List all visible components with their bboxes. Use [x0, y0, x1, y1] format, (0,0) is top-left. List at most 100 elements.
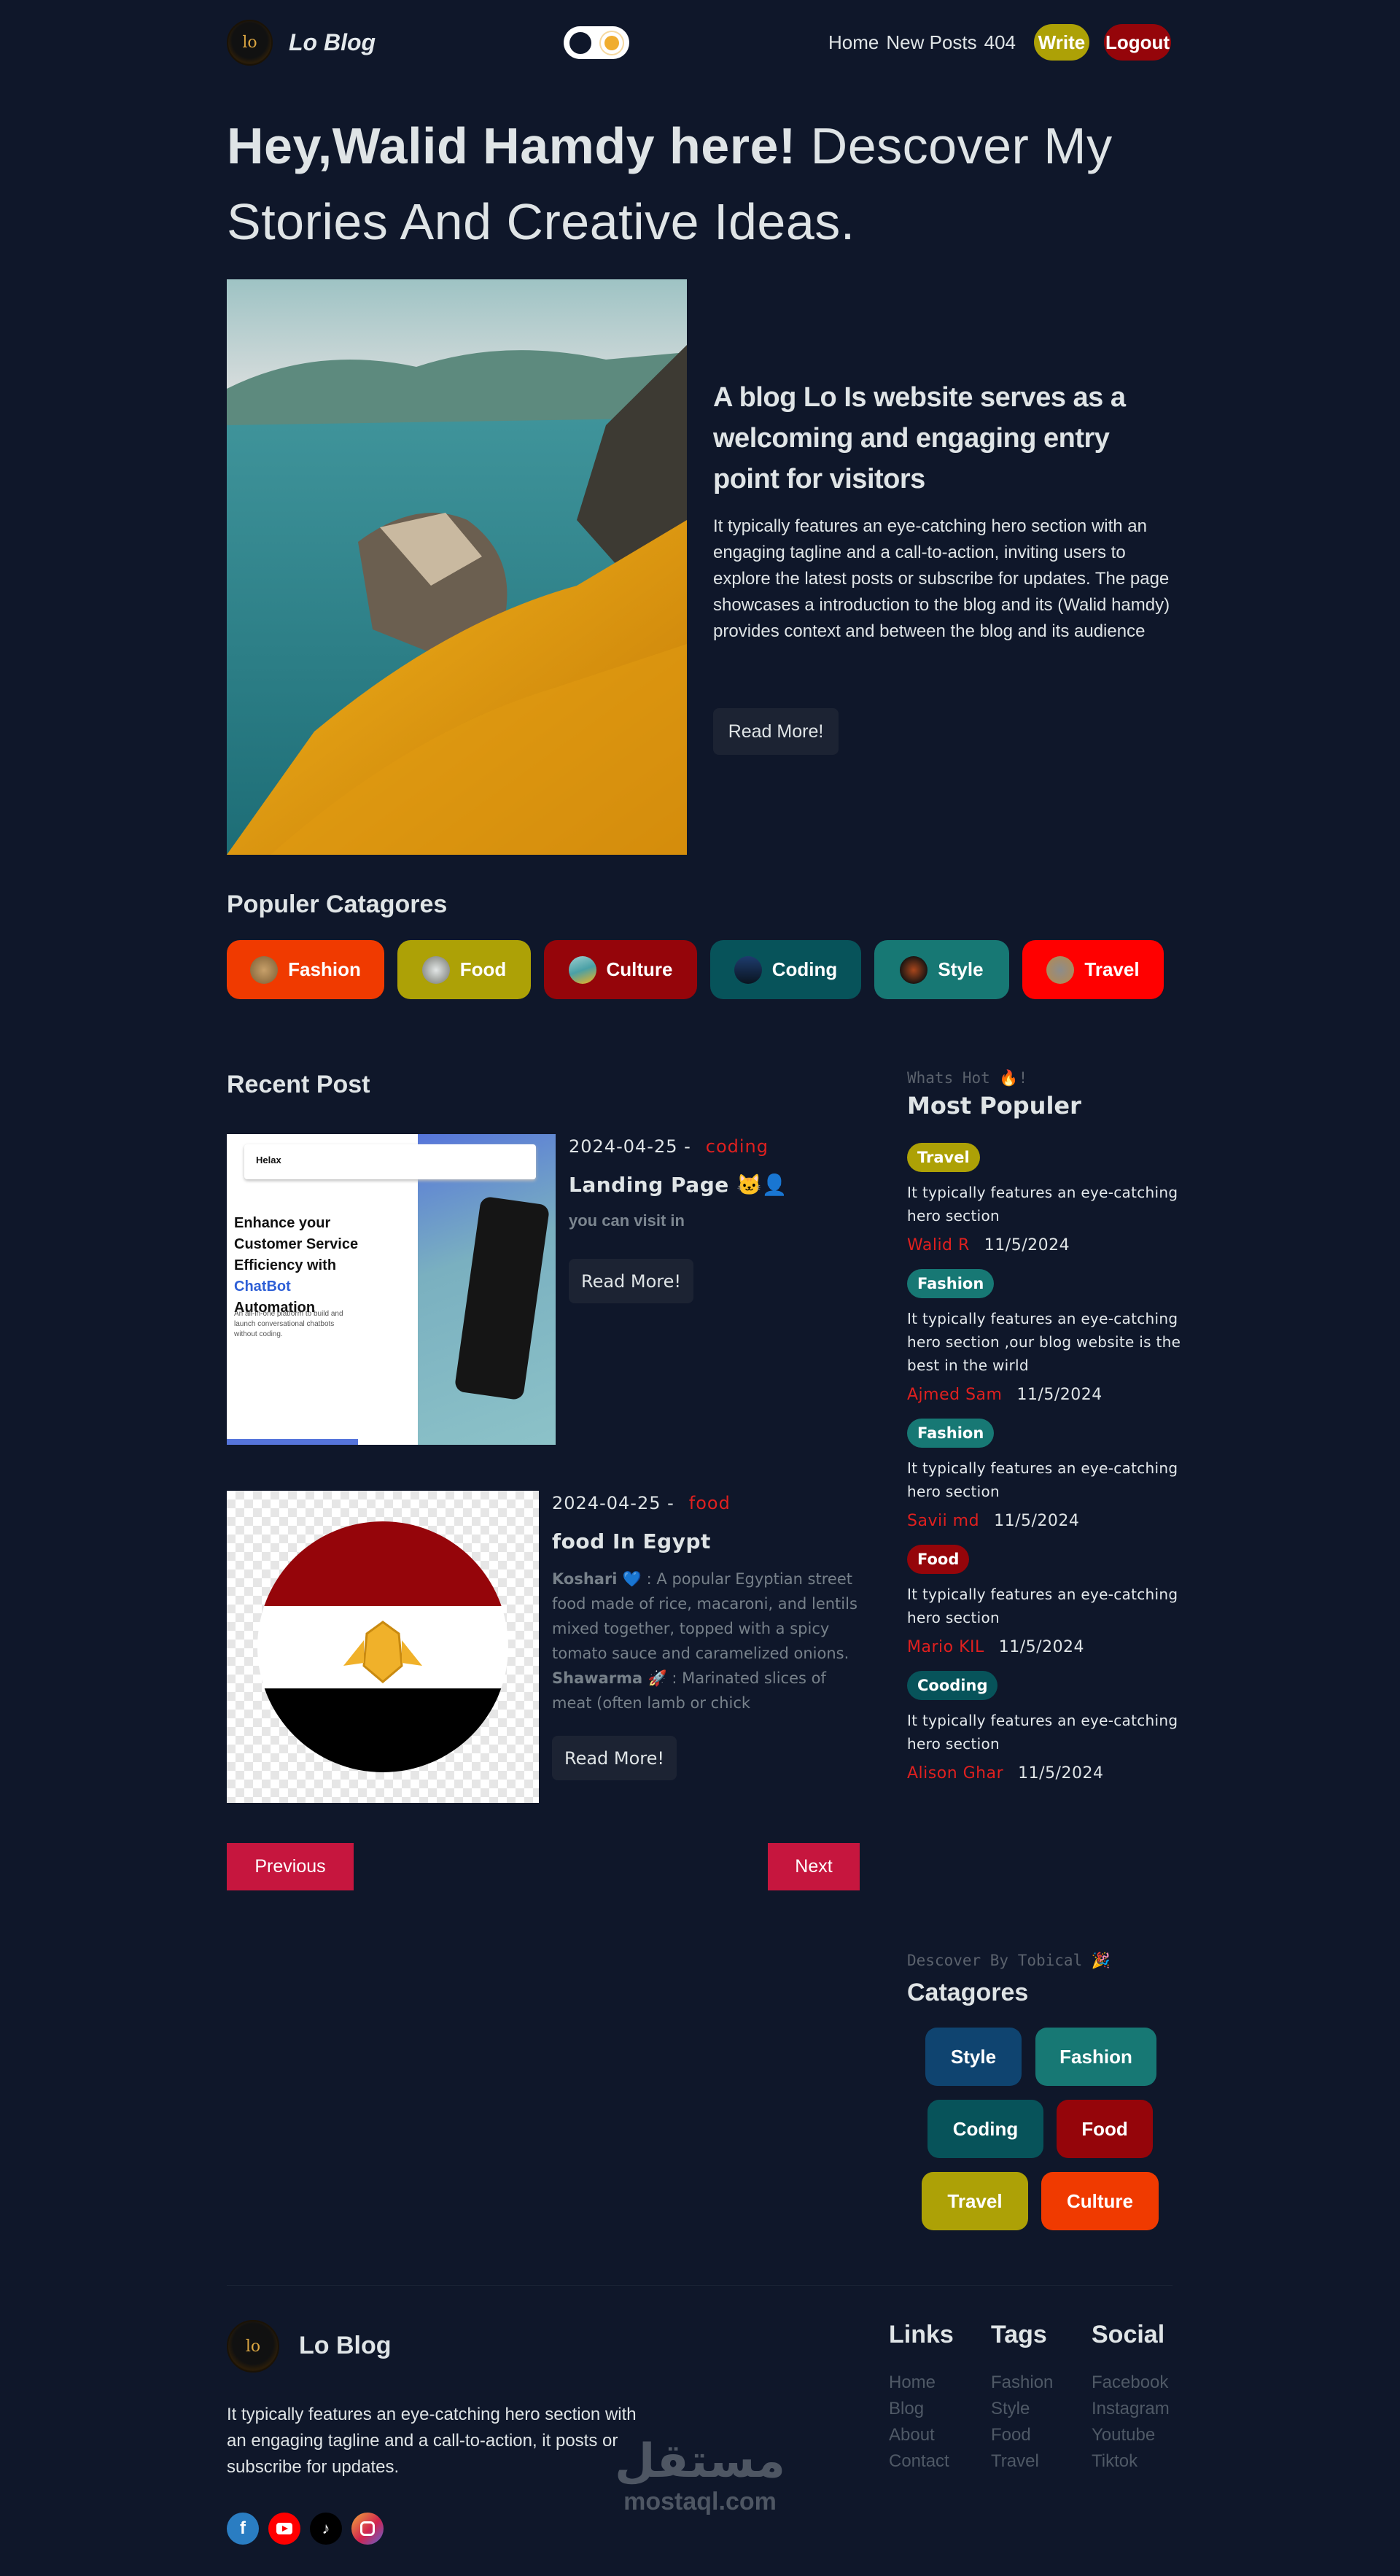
post-date: 2024-04-25 - coding — [569, 1136, 769, 1157]
side-category-travel[interactable]: Travel — [922, 2172, 1028, 2230]
footer-link-contact[interactable]: Contact — [889, 2448, 954, 2475]
author[interactable]: Savii md — [907, 1512, 979, 1530]
category-badge[interactable]: Travel — [907, 1143, 980, 1172]
item-text: It typically features an eye-catching he… — [907, 1712, 1178, 1753]
footer-tag-style[interactable]: Style — [991, 2396, 1053, 2422]
post-thumbnail-landing-page[interactable]: Helax Enhance your Customer Service Effi… — [227, 1134, 556, 1445]
footer-links-title: Links — [889, 2321, 954, 2348]
category-badge[interactable]: Fashion — [907, 1419, 995, 1448]
category-style[interactable]: Style — [874, 940, 1009, 999]
author[interactable]: Mario KIL — [907, 1638, 984, 1656]
footer-logo[interactable]: lo — [227, 2320, 279, 2373]
post-date: 2024-04-25 - food — [552, 1493, 731, 1513]
write-button[interactable]: Write — [1034, 24, 1089, 61]
category-coding[interactable]: Coding — [710, 940, 861, 999]
travel-thumbnail — [1046, 955, 1075, 984]
post-tag[interactable]: food — [689, 1493, 731, 1513]
footer-social-column: Social Facebook Instagram Youtube Tiktok — [1092, 2321, 1170, 2475]
thumb-sub: An all-in-one platform to build and laun… — [234, 1310, 343, 1338]
popular-categories-title: Populer Catagores — [227, 891, 448, 918]
category-culture[interactable]: Culture — [544, 940, 697, 999]
most-popular-item[interactable]: Travel It typically features an eye-catch… — [907, 1143, 1184, 1254]
facebook-icon[interactable]: f — [227, 2513, 259, 2545]
item-meta: Savii md 11/5/2024 — [907, 1512, 1184, 1530]
item-text: It typically features an eye-catching he… — [907, 1586, 1178, 1626]
footer-brand: Lo Blog — [299, 2332, 392, 2359]
date: 11/5/2024 — [1016, 1386, 1102, 1404]
author[interactable]: Alison Ghar — [907, 1764, 1003, 1782]
post-tag[interactable]: coding — [706, 1136, 769, 1157]
nav-links: Home New Posts 404 — [821, 31, 1016, 54]
post-1-body: 2024-04-25 - coding Landing Page 🐱‍👤 you … — [569, 1136, 860, 1230]
footer-tags-title: Tags — [991, 2321, 1047, 2348]
footer-tag-food[interactable]: Food — [991, 2422, 1053, 2448]
footer-links-column: Links Home Blog About Contact — [889, 2321, 954, 2475]
most-popular-kicker: Whats Hot 🔥! — [907, 1069, 1028, 1087]
post-thumbnail-egypt-flag[interactable] — [227, 1491, 539, 1803]
brand-name[interactable]: Lo Blog — [289, 29, 376, 56]
previous-button[interactable]: Previous — [227, 1843, 354, 1890]
nav-new-posts[interactable]: New Posts — [886, 31, 976, 53]
most-popular-item[interactable]: Food It typically features an eye-catchin… — [907, 1545, 1184, 1656]
hero-read-more-button[interactable]: Read More! — [713, 708, 839, 755]
item-text: It typically features an eye-catching he… — [907, 1459, 1178, 1500]
footer-link-about[interactable]: About — [889, 2422, 954, 2448]
item-text: It typically features an eye-catching he… — [907, 1184, 1178, 1225]
footer-social-tiktok[interactable]: Tiktok — [1092, 2448, 1170, 2475]
instagram-icon[interactable] — [351, 2513, 384, 2545]
fashion-thumbnail — [250, 955, 279, 984]
category-travel[interactable]: Travel — [1022, 940, 1164, 999]
side-category-food[interactable]: Food — [1057, 2100, 1153, 2158]
category-badge[interactable]: Cooding — [907, 1671, 998, 1700]
side-category-style[interactable]: Style — [925, 2028, 1022, 2086]
coding-thumbnail — [734, 955, 762, 984]
item-meta: Walid R 11/5/2024 — [907, 1236, 1184, 1254]
nav-404[interactable]: 404 — [984, 31, 1016, 53]
category-badge[interactable]: Food — [907, 1545, 970, 1574]
footer-divider — [227, 2285, 1172, 2286]
footer-social-youtube[interactable]: Youtube — [1092, 2422, 1170, 2448]
logout-button[interactable]: Logout — [1104, 24, 1171, 61]
most-popular-item[interactable]: Cooding It typically features an eye-catc… — [907, 1671, 1184, 1782]
footer-link-home[interactable]: Home — [889, 2370, 954, 2396]
most-popular-list: Travel It typically features an eye-catch… — [907, 1143, 1184, 1782]
author[interactable]: Walid R — [907, 1236, 970, 1254]
footer-tag-fashion[interactable]: Fashion — [991, 2370, 1053, 2396]
date: 11/5/2024 — [998, 1638, 1085, 1656]
footer-tags-column: Tags Fashion Style Food Travel — [991, 2321, 1053, 2475]
post-2-read-more-button[interactable]: Read More! — [552, 1736, 677, 1780]
post-title[interactable]: Landing Page 🐱‍👤 — [569, 1173, 860, 1197]
youtube-icon[interactable] — [268, 2513, 300, 2545]
item-meta: Ajmed Sam 11/5/2024 — [907, 1386, 1184, 1404]
most-popular-item[interactable]: Fashion It typically features an eye-catc… — [907, 1269, 1184, 1404]
hero-subtitle: A blog Lo Is website serves as a welcomi… — [713, 382, 1126, 494]
side-category-culture[interactable]: Culture — [1041, 2172, 1159, 2230]
post-excerpt: you can visit in — [569, 1211, 685, 1230]
most-popular-item[interactable]: Fashion It typically features an eye-catc… — [907, 1419, 1184, 1530]
footer-social-instagram[interactable]: Instagram — [1092, 2396, 1170, 2422]
category-badge[interactable]: Fashion — [907, 1269, 995, 1298]
footer-tag-travel[interactable]: Travel — [991, 2448, 1053, 2475]
thumb-headline: Enhance your Customer Service Efficiency… — [234, 1215, 359, 1316]
post-1-read-more-button[interactable]: Read More! — [569, 1259, 693, 1303]
theme-toggle[interactable] — [564, 26, 629, 59]
site-logo[interactable]: lo — [227, 20, 273, 66]
author[interactable]: Ajmed Sam — [907, 1386, 1002, 1404]
sun-icon — [604, 35, 619, 50]
next-button[interactable]: Next — [768, 1843, 860, 1890]
mostaql-watermark: مستقل mostaql.com — [614, 2435, 786, 2515]
category-fashion[interactable]: Fashion — [227, 940, 384, 999]
thumb-brand: Helax — [244, 1144, 536, 1179]
date: 11/5/2024 — [994, 1512, 1080, 1530]
item-meta: Alison Ghar 11/5/2024 — [907, 1764, 1184, 1782]
style-thumbnail — [900, 955, 928, 984]
tiktok-icon[interactable]: ♪ — [310, 2513, 342, 2545]
footer-social-facebook[interactable]: Facebook — [1092, 2370, 1170, 2396]
post-title[interactable]: food In Egypt — [552, 1529, 866, 1553]
footer-social-title: Social — [1092, 2321, 1165, 2348]
footer-link-blog[interactable]: Blog — [889, 2396, 954, 2422]
side-category-fashion[interactable]: Fashion — [1035, 2028, 1156, 2086]
side-category-coding[interactable]: Coding — [928, 2100, 1043, 2158]
nav-home[interactable]: Home — [828, 31, 879, 53]
category-food[interactable]: Food — [397, 940, 531, 999]
